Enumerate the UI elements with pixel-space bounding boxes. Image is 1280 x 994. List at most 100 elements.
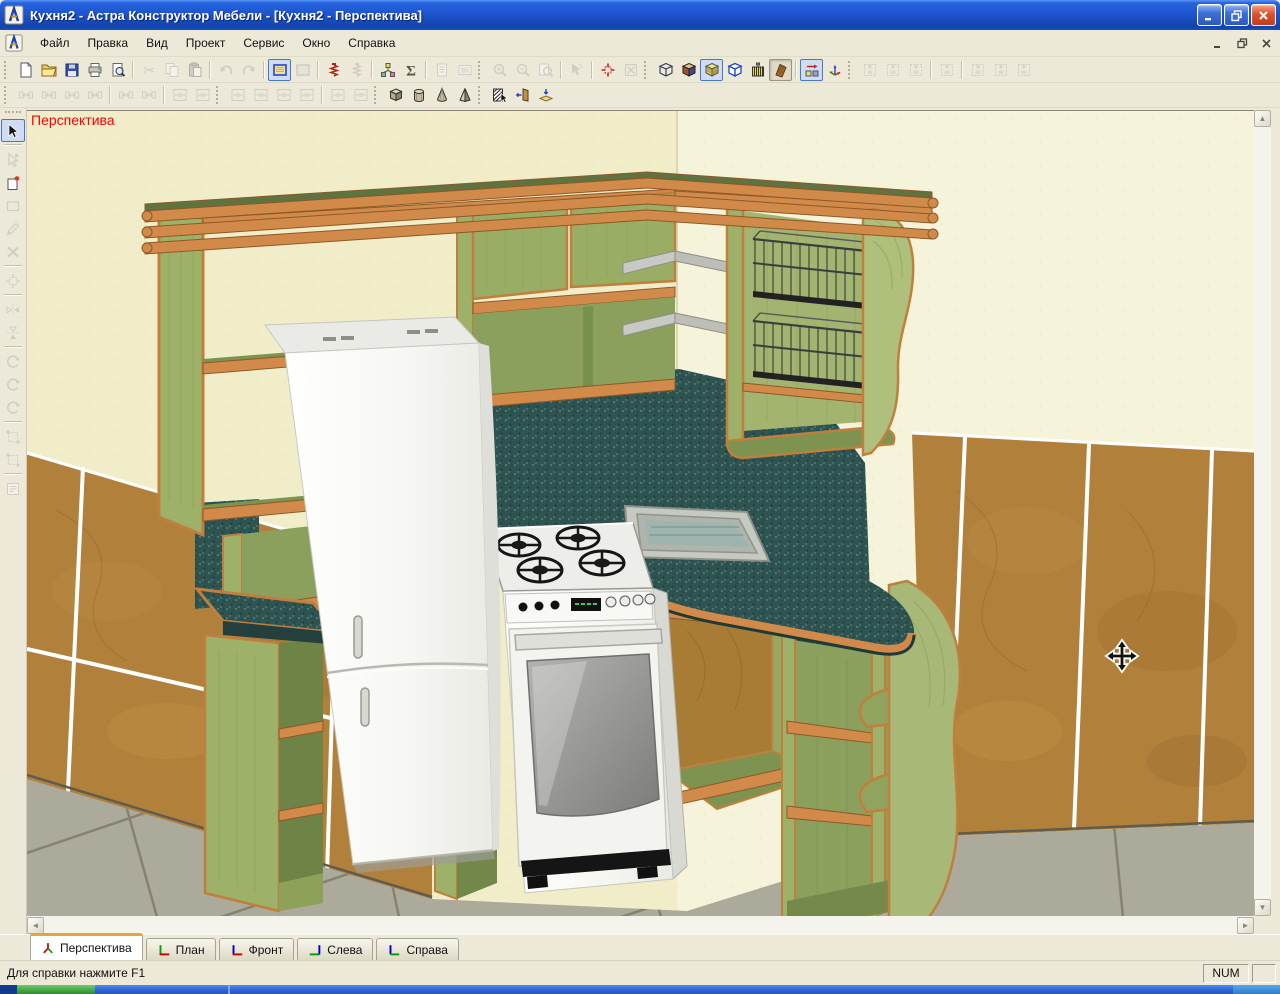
space-horizontal-button[interactable] [114,84,137,106]
rotate-free-button[interactable] [1,350,25,373]
structure-tree-button[interactable] [376,59,399,81]
group-button[interactable] [1,425,25,448]
walls-tool-button[interactable] [488,84,511,106]
view-tab-3[interactable]: Слева [297,938,374,960]
snap-left-button[interactable] [272,84,295,106]
toolbar-grip[interactable] [478,60,484,79]
restore-button[interactable] [1224,4,1249,26]
zoom-all-button[interactable] [534,59,557,81]
totals-button[interactable] [399,59,422,81]
distribute-h-button[interactable] [83,84,106,106]
palette-grip[interactable] [5,111,21,117]
view-tab-4[interactable]: Справа [376,938,459,960]
report-portrait-button[interactable] [430,59,453,81]
match-height-button[interactable] [191,84,214,106]
move-button[interactable] [1,269,25,292]
view-tab-1[interactable]: План [145,938,216,960]
close-button[interactable] [1251,4,1276,26]
toolbar-grip[interactable] [848,60,854,79]
mirror-v-button[interactable] [1,321,25,344]
view-textured-button[interactable] [700,58,723,81]
snap-right-button[interactable] [295,84,318,106]
toolbar-grip[interactable] [4,86,10,104]
align-middle-button[interactable] [881,59,904,81]
copy-button[interactable] [160,59,183,81]
distribute-right-button[interactable] [60,84,83,106]
door-tool-button[interactable] [511,84,534,106]
texture-fill-button[interactable] [268,58,291,81]
space-vertical-button[interactable] [137,84,160,106]
pick-view-button[interactable] [565,59,588,81]
mdi-restore-button[interactable] [1232,34,1253,52]
save-button[interactable] [60,59,83,81]
zoom-in-button[interactable] [488,59,511,81]
horizontal-scrollbar[interactable]: ◄ ► [27,916,1254,934]
distribute-center-button[interactable] [37,84,60,106]
primitive-pyramid-button[interactable] [453,84,476,106]
menu-item-4[interactable]: Сервис [234,33,293,53]
show-axes-button[interactable] [823,59,846,81]
edit-points-button[interactable] [1,148,25,171]
view-wireframe-button[interactable] [654,59,677,81]
open-button[interactable] [37,59,60,81]
primitive-cone-button[interactable] [430,84,453,106]
view-materials-button[interactable] [746,59,769,81]
properties-button[interactable] [1,477,25,500]
rotate-ccw-button[interactable] [1,396,25,419]
align-right-button[interactable] [989,59,1012,81]
ungroup-button[interactable] [1,448,25,471]
toolbar-grip[interactable] [374,86,380,104]
menu-item-1[interactable]: Правка [79,33,138,53]
paste-button[interactable] [183,59,206,81]
align-top-button[interactable] [858,59,881,81]
mdi-close-button[interactable] [1256,34,1277,52]
menu-item-5[interactable]: Окно [293,33,339,53]
toolbar-grip[interactable] [644,60,650,79]
menu-item-0[interactable]: Файл [31,33,79,53]
align-left-button[interactable] [935,59,958,81]
view-tab-2[interactable]: Фронт [218,938,295,960]
viewport-3d[interactable]: Перспектива [27,110,1254,916]
undo-button[interactable] [214,59,237,81]
menu-item-6[interactable]: Справка [339,33,404,53]
fastener-edit-button[interactable] [345,59,368,81]
target-off-button[interactable] [619,59,642,81]
new-rect-button[interactable] [1,194,25,217]
zoom-out-button[interactable] [511,59,534,81]
view-tab-0[interactable]: Перспектива [30,933,143,960]
show-dimensions-button[interactable] [800,58,823,81]
scroll-right-button[interactable]: ► [1237,916,1254,934]
cut-button[interactable] [137,59,160,81]
menu-item-3[interactable]: Проект [177,33,235,53]
fit-opening-button[interactable] [326,84,349,106]
select-button[interactable] [1,119,25,142]
primitive-box-button[interactable] [384,84,407,106]
align-center-button[interactable] [966,59,989,81]
print-preview-button[interactable] [106,59,129,81]
redo-button[interactable] [237,59,260,81]
distribute-left-button[interactable] [14,84,37,106]
mirror-h-button[interactable] [1,298,25,321]
toolbar-grip[interactable] [4,60,10,79]
align-bottom-button[interactable] [904,59,927,81]
texture-clear-button[interactable] [291,59,314,81]
snap-top-button[interactable] [226,84,249,106]
scroll-down-button[interactable]: ▼ [1254,899,1271,916]
new-panel-button[interactable] [1,171,25,194]
scroll-up-button[interactable]: ▲ [1254,110,1271,127]
view-shaded-button[interactable] [677,59,700,81]
erase-button[interactable] [1,240,25,263]
sketch-button[interactable] [1,217,25,240]
floor-tool-button[interactable] [534,84,557,106]
rotate-cw-button[interactable] [1,373,25,396]
print-button[interactable] [83,59,106,81]
vertical-scrollbar[interactable]: ▲ ▼ [1254,110,1271,916]
view-transparent-button[interactable] [723,59,746,81]
new-button[interactable] [14,59,37,81]
center-target-button[interactable] [596,59,619,81]
toolbar-grip[interactable] [478,86,484,104]
menu-item-2[interactable]: Вид [137,33,177,53]
toolbar-grip[interactable] [216,86,222,104]
fit-centered-button[interactable] [349,84,372,106]
primitive-cylinder-button[interactable] [407,84,430,106]
